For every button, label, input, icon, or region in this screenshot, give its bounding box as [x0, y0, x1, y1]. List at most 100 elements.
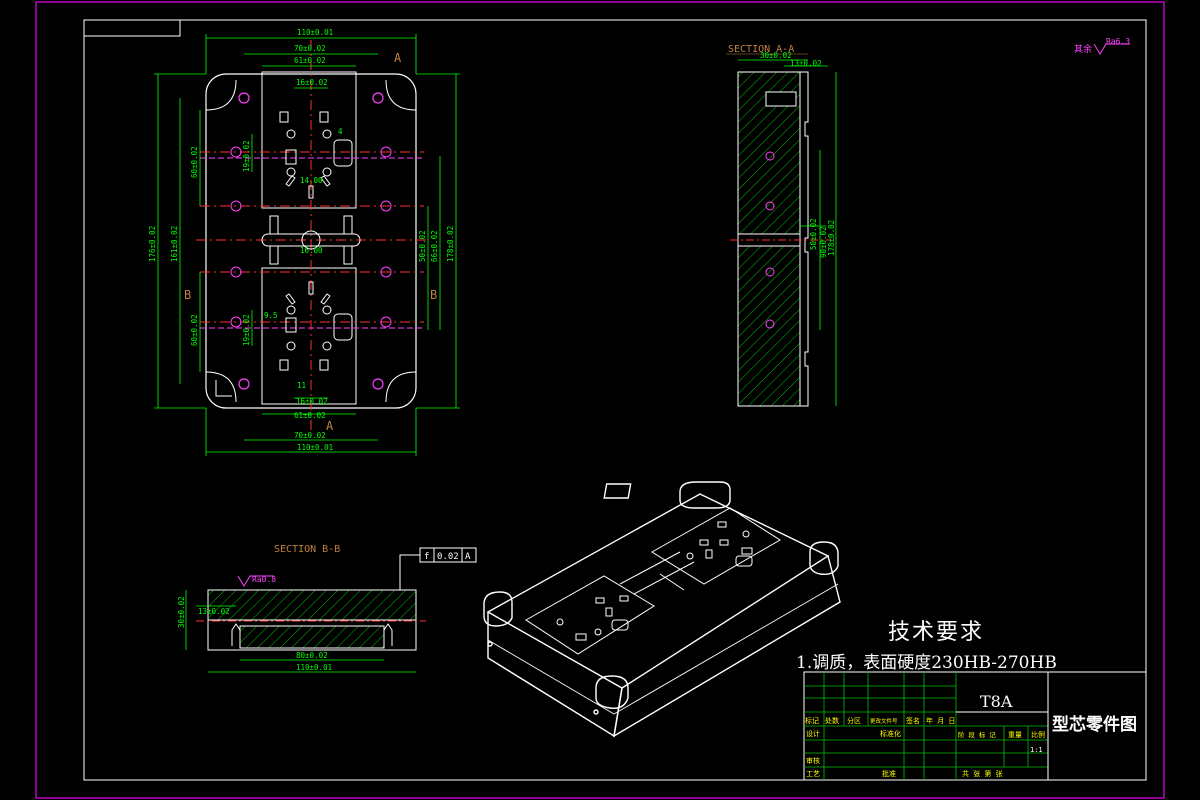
dim-h19-bottom: 19±0.02 [242, 314, 251, 346]
corner-arc [205, 79, 237, 111]
section-a-view: SECTION A-A 30±0.02 13±0.02 50±0.02 90±0… [726, 44, 837, 407]
corner-mark [215, 380, 232, 397]
section-b-core [239, 625, 385, 649]
section-b-title: SECTION B-B [274, 544, 340, 555]
dim-w14: 14.00 [300, 176, 323, 185]
socket-pin [279, 111, 329, 123]
top-view: A A B B 110±0.01 70±0.02 61±0.02 16±0.02… [148, 28, 460, 456]
gate [269, 245, 279, 265]
material-label: T8A [980, 692, 1013, 711]
gate [269, 215, 279, 235]
socket-hole [322, 129, 332, 139]
socket-hole [286, 167, 296, 177]
section-b-view: SECTION B-B f 0.02 A Ra0.8 13±0.02 30±0.… [177, 544, 477, 673]
dim-w16-bottom: 16±0.02 [296, 397, 328, 406]
roughness-value: Ra6.3 [1106, 37, 1130, 46]
dim-w61-top: 61±0.02 [294, 56, 326, 65]
tech-requirement-item: 1.调质，表面硬度230HB-270HB [796, 653, 1057, 673]
dim-small-9: 9.5 [264, 311, 278, 320]
socket-hole [322, 341, 332, 351]
header-label: 标记 [805, 716, 819, 725]
gate [343, 215, 353, 235]
col-label: 重量 [1008, 731, 1022, 739]
sec-a-dim-178: 178±0.02 [827, 220, 836, 256]
socket-pin [285, 317, 297, 333]
iso-top-face [486, 493, 830, 689]
tolerance-leader [399, 554, 420, 590]
header-label: 处数 [825, 716, 839, 725]
tolerance-datum: A [465, 552, 471, 562]
scale-value: 1:1 [1030, 746, 1043, 754]
dim-w70-bottom: 70±0.02 [294, 431, 326, 440]
header-label: 分区 [847, 716, 861, 725]
sec-a-dim-30: 30±0.02 [760, 51, 792, 60]
sec-b-dim-13: 13±0.02 [198, 607, 230, 616]
iso-socket-features [556, 521, 753, 641]
iso-hole [487, 641, 493, 647]
cad-drawing: A A B B 110±0.01 70±0.02 61±0.02 16±0.02… [35, 1, 1165, 799]
col-label: 阶 段 标 记 [958, 730, 996, 739]
gate [343, 245, 353, 265]
dim-overall-width-top: 110±0.01 [297, 28, 333, 37]
corner-arc [205, 371, 237, 403]
dim-overall-width-bottom: 110±0.01 [297, 443, 333, 452]
socket-hole [286, 129, 296, 139]
iso-boss [595, 675, 629, 709]
header-label: 更改文件号 [870, 717, 898, 725]
section-label-b-left: B [184, 288, 191, 302]
socket-slots [285, 281, 331, 305]
dim-h66: 66±0.02 [430, 230, 439, 262]
dim-w16b: 16.00 [300, 246, 323, 255]
sec-b-dim-30: 30±0.02 [177, 596, 186, 628]
roughness-corner: 其余 Ra6.3 [1074, 37, 1130, 55]
socket-slot [333, 139, 353, 167]
corner-hole [372, 92, 384, 104]
section-label-b-right: B [430, 288, 437, 302]
socket-slot [333, 313, 353, 341]
title-block-grid [804, 672, 1048, 780]
tolerance-symbol: f [424, 552, 429, 562]
section-a-pocket [765, 91, 797, 107]
dim-h178: 178±0.02 [446, 226, 455, 262]
dim-h60-top: 60±0.02 [190, 146, 199, 178]
row-label: 工艺 [806, 770, 820, 778]
vertical-dimensions [154, 73, 460, 409]
section-label-a-bottom: A [326, 419, 334, 433]
sec-b-dim-110: 110±0.01 [296, 663, 332, 672]
row-label: 批准 [882, 769, 896, 778]
sec-a-dim-13: 13±0.02 [790, 59, 822, 68]
row-label: 标准化 [880, 729, 901, 738]
iso-hole [593, 709, 599, 715]
dim-w61-bottom: 61±0.02 [294, 411, 326, 420]
header-label: 年 月 日 [926, 716, 955, 725]
code-box [83, 19, 181, 37]
section-label-a-top: A [394, 51, 402, 65]
iso-front-face [487, 612, 623, 738]
corner-hole [238, 92, 250, 104]
drawing-title: 型芯零件图 [1052, 715, 1137, 735]
col-label: 比例 [1031, 730, 1045, 739]
corner-arc [385, 79, 417, 111]
section-b-top-plate [207, 589, 417, 621]
corner-hole [372, 378, 384, 390]
isometric-view [483, 481, 841, 738]
dim-small-4: 4 [338, 127, 343, 136]
corner-hole [238, 378, 250, 390]
socket-hole [322, 305, 332, 315]
dim-w70-top: 70±0.02 [294, 44, 326, 53]
roughness-prefix: 其余 [1074, 43, 1092, 55]
dim-h161: 161±0.02 [170, 226, 179, 262]
dim-w16-top: 16±0.02 [296, 78, 328, 87]
dim-h60-bottom: 60±0.02 [190, 314, 199, 346]
dim-small-11: 11 [297, 381, 306, 390]
row-label: 设计 [806, 729, 820, 738]
section-a-profile [800, 71, 809, 407]
iso-boss-pocket [603, 483, 632, 499]
corner-arc [385, 371, 417, 403]
dim-h19-top: 19±0.02 [242, 140, 251, 172]
tolerance-value: 0.02 [437, 552, 459, 562]
section-b-roughness: Ra0.8 [252, 575, 276, 584]
iso-boss [679, 481, 731, 509]
sec-a-dim-50: 50±0.02 [809, 218, 818, 250]
sheet-text: 共 张 第 张 [962, 769, 1003, 778]
